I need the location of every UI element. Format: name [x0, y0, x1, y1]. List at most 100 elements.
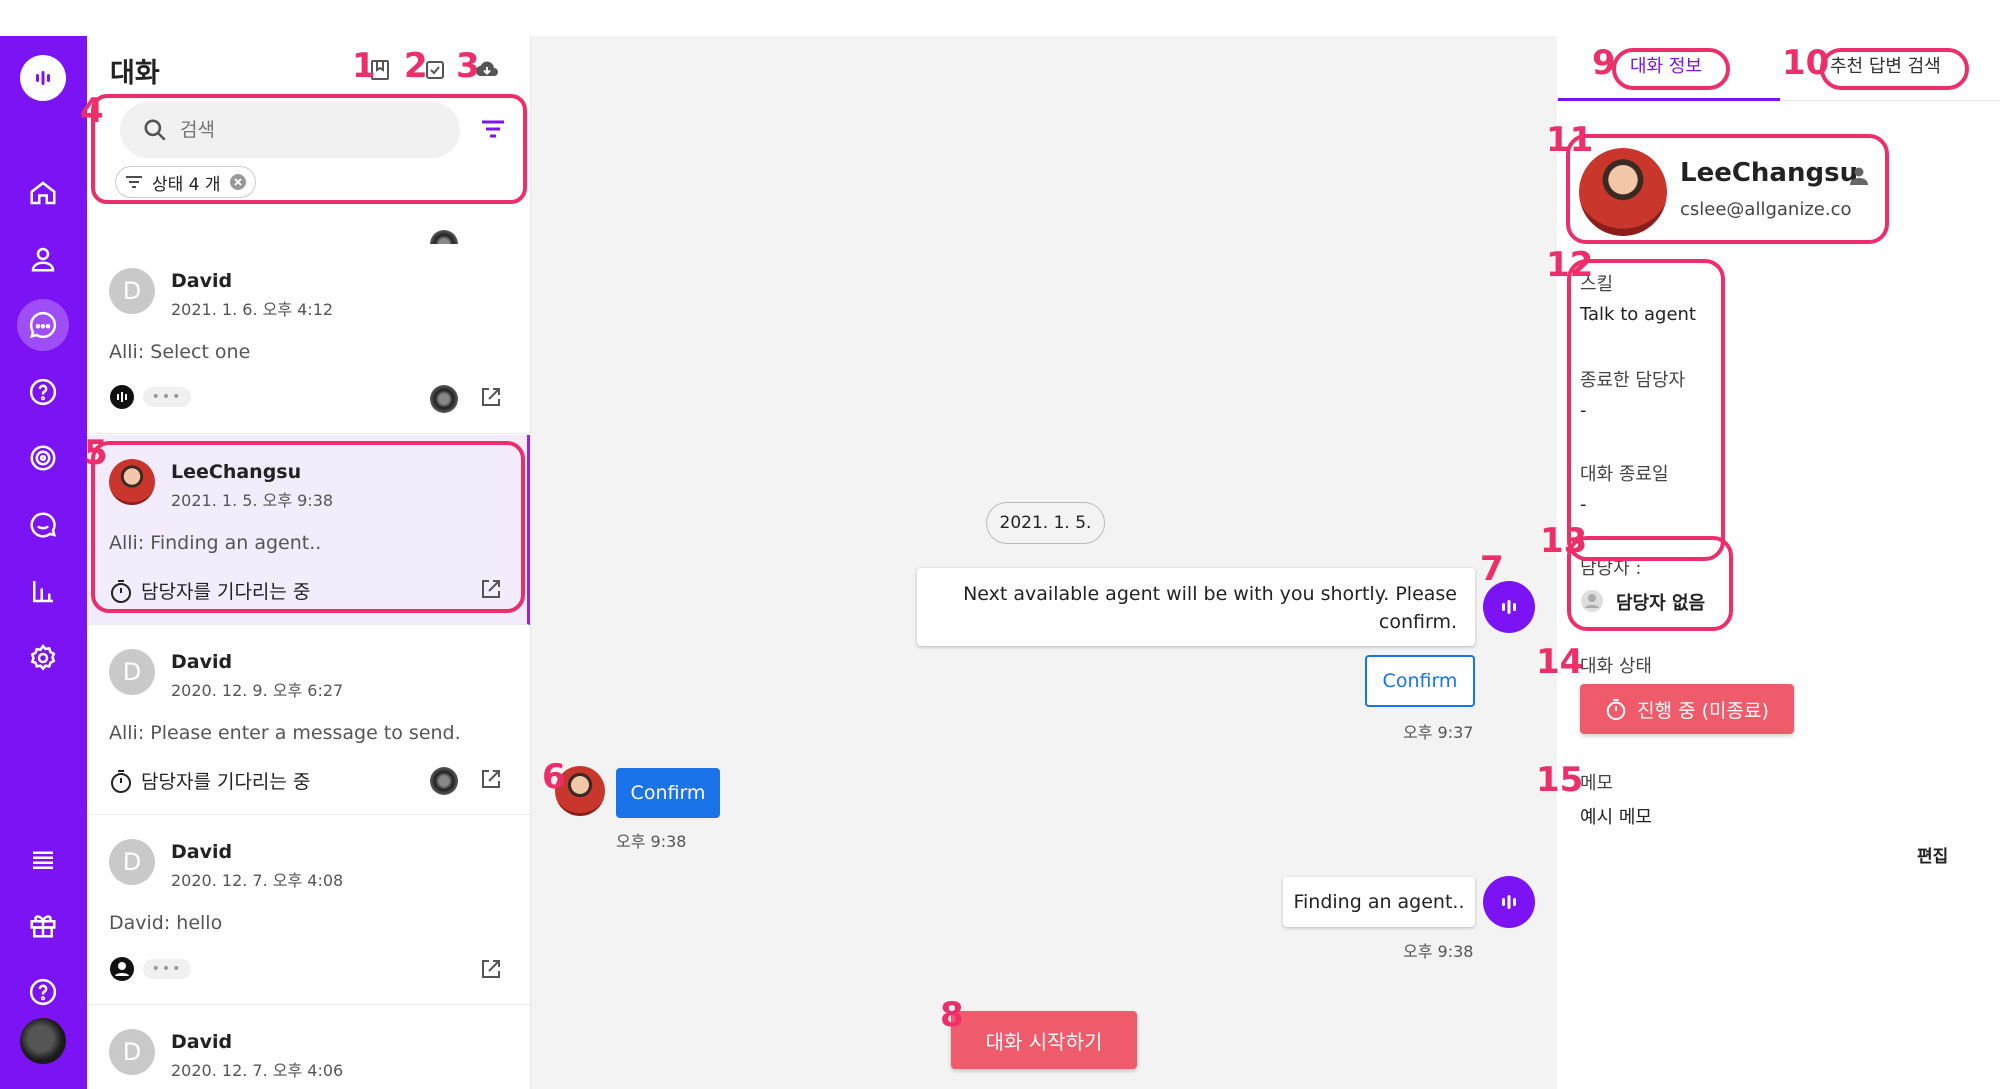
app-window: 대화 D David 2021. 1. 6. 오후 4:12 Alli: Sel… — [0, 36, 2000, 1089]
annotation-number: 7 — [1480, 549, 1504, 589]
annotation-number: 13 — [1540, 521, 1588, 561]
agent-avatar — [430, 767, 458, 795]
open-external-icon[interactable] — [479, 957, 505, 983]
annotation-number: 4 — [80, 91, 104, 131]
tab-conversation-info[interactable]: 대화 정보 — [1630, 52, 1702, 78]
waiting-status: 담당자를 기다리는 중 — [109, 767, 310, 794]
conversation-date: 2020. 12. 9. 오후 6:27 — [171, 681, 344, 700]
skill-value: Talk to agent — [1580, 304, 1696, 325]
contacts-icon[interactable] — [17, 233, 69, 285]
faq-icon[interactable] — [17, 366, 69, 418]
conversation-date: 2020. 12. 7. 오후 4:06 — [171, 1061, 344, 1080]
list-item[interactable]: D David 2020. 12. 7. 오후 4:08 David: hell… — [87, 815, 530, 1005]
contact-name: David — [171, 651, 233, 673]
annotation-number: 8 — [940, 995, 964, 1035]
last-message: David: hello — [109, 912, 223, 934]
avatar: D — [109, 1029, 155, 1075]
agent-avatar — [430, 385, 458, 413]
user-reply-bubble: Confirm — [616, 768, 720, 818]
profile-avatar — [1579, 148, 1667, 236]
avatar: D — [109, 649, 155, 695]
message-time: 오후 9:38 — [1403, 942, 1474, 961]
agent-value[interactable]: 담당자 없음 — [1616, 589, 1705, 615]
filter-small-icon — [126, 176, 142, 188]
chip-clear-icon[interactable] — [229, 173, 247, 191]
ended-agent-label: 종료한 담당자 — [1580, 370, 1686, 391]
contact-name: David — [171, 841, 233, 863]
search-box[interactable] — [120, 102, 460, 158]
memo-value: 예시 메모 — [1580, 807, 1652, 828]
conversation-status-button[interactable]: 진행 중 (미종료) — [1580, 684, 1794, 734]
agent-avatar-icon — [1581, 590, 1603, 612]
avatar: D — [109, 268, 155, 314]
help-icon[interactable] — [17, 966, 69, 1018]
annotation-number: 6 — [542, 757, 566, 797]
conversation-date: 2021. 1. 5. 오후 9:38 — [171, 491, 334, 510]
info-panel: 대화 정보 추천 답변 검색 LeeChangsu cslee@allganiz… — [1557, 36, 2000, 1089]
timer-icon — [1606, 698, 1626, 721]
contact-name: David — [171, 270, 233, 292]
bot-avatar-icon — [1483, 876, 1535, 928]
person-icon[interactable] — [1847, 164, 1871, 188]
last-message: Alli: Finding an agent.. — [109, 532, 322, 554]
list-title: 대화 — [110, 58, 160, 89]
bot-message: Next available agent will be with you sh… — [917, 568, 1475, 646]
search-area: 상태 4 개 — [93, 94, 523, 204]
analytics-icon[interactable] — [17, 565, 69, 617]
annotation-number: 14 — [1536, 642, 1584, 682]
open-external-icon[interactable] — [479, 577, 505, 603]
end-date-label: 대화 종료일 — [1580, 464, 1669, 485]
person-icon — [110, 957, 134, 981]
list-item[interactable]: D David 2020. 12. 9. 오후 6:27 Alli: Pleas… — [87, 625, 530, 815]
annotation-number: 2 — [404, 46, 428, 86]
waiting-status: 담당자를 기다리는 중 — [109, 577, 310, 604]
memo-label: 메모 — [1580, 773, 1614, 794]
annotation-number: 12 — [1546, 245, 1594, 285]
open-external-icon[interactable] — [479, 385, 505, 411]
home-icon[interactable] — [17, 167, 69, 219]
start-conversation-button[interactable]: 대화 시작하기 — [951, 1011, 1137, 1069]
list-item-selected[interactable]: LeeChangsu 2021. 1. 5. 오후 9:38 Alli: Fin… — [87, 435, 530, 625]
campaign-icon[interactable] — [17, 432, 69, 484]
list-item[interactable]: D David 2020. 12. 7. 오후 4:06 — [87, 1005, 530, 1089]
more-dots-icon: ••• — [143, 959, 191, 979]
tab-recommended-search[interactable]: 추천 답변 검색 — [1830, 52, 1941, 78]
settings-icon[interactable] — [17, 632, 69, 684]
confirm-option-button[interactable]: Confirm — [1365, 655, 1475, 707]
chip-label: 상태 4 개 — [152, 174, 221, 195]
agent-label: 담당자 : — [1580, 558, 1642, 579]
annotation-number: 15 — [1536, 760, 1584, 800]
annotation-number: 11 — [1546, 120, 1594, 160]
date-divider: 2021. 1. 5. — [986, 502, 1105, 544]
status-filter-chip[interactable]: 상태 4 개 — [115, 166, 256, 198]
filter-icon[interactable] — [478, 114, 508, 144]
list-item[interactable]: D David 2021. 1. 6. 오후 4:12 Alli: Select… — [87, 244, 530, 434]
profile-email: cslee@allganize.co — [1680, 199, 1852, 220]
message-time: 오후 9:37 — [1403, 723, 1474, 742]
annotation-number: 10 — [1782, 43, 1830, 83]
edit-memo-button[interactable]: 편집 — [1917, 842, 1948, 867]
more-dots-icon: ••• — [143, 387, 191, 407]
typing-indicator: ••• — [109, 956, 191, 982]
list-icon[interactable] — [17, 833, 69, 885]
open-external-icon[interactable] — [479, 767, 505, 793]
search-icon — [144, 119, 166, 141]
left-nav — [0, 36, 87, 1089]
user-avatar[interactable] — [20, 1018, 66, 1064]
alli-bot-icon — [110, 385, 134, 409]
alli-logo-icon[interactable] — [20, 55, 66, 101]
message-time: 오후 9:38 — [616, 832, 687, 851]
status-button-label: 진행 중 (미종료) — [1637, 699, 1769, 722]
annotation-number: 9 — [1592, 43, 1616, 83]
bot-message: Finding an agent.. — [1283, 877, 1475, 927]
typing-indicator: ••• — [109, 384, 191, 410]
conversations-icon[interactable] — [17, 299, 69, 351]
end-date-value: - — [1580, 494, 1587, 515]
status-text: 담당자를 기다리는 중 — [141, 581, 311, 603]
gift-icon[interactable] — [17, 899, 69, 951]
conversation-list-panel: 대화 D David 2021. 1. 6. 오후 4:12 Alli: Sel… — [87, 36, 531, 1089]
contact-name: David — [171, 1031, 233, 1053]
search-input[interactable] — [180, 119, 440, 141]
chat-icon[interactable] — [17, 499, 69, 551]
timer-icon — [111, 579, 131, 603]
